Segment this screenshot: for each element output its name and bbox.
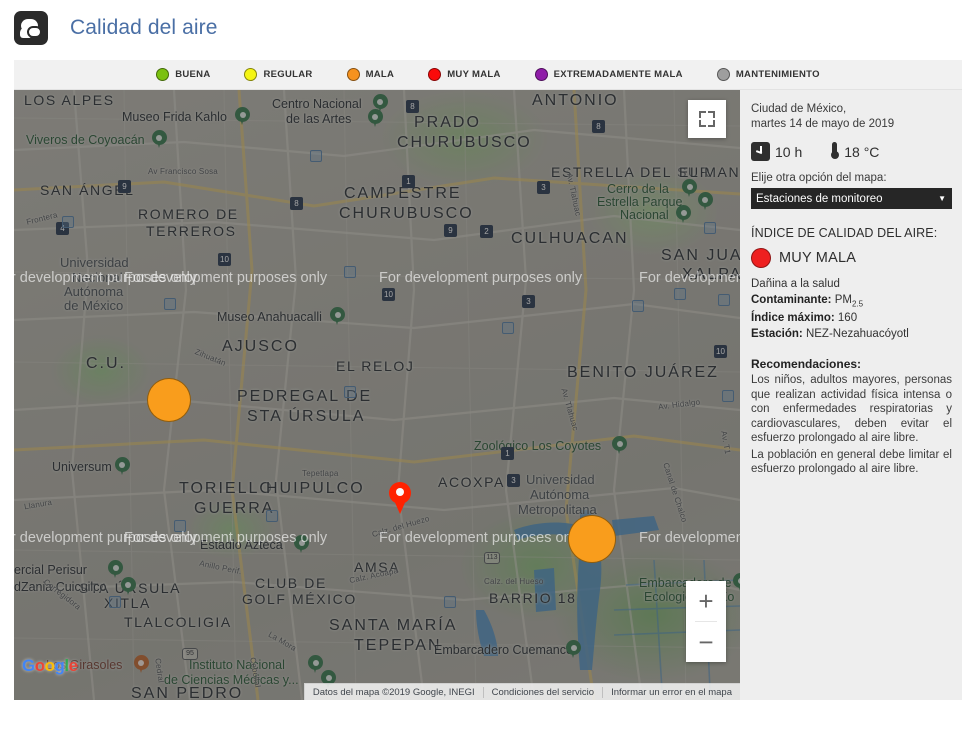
legend-item[interactable]: REGULAR [244,68,312,81]
recommendations-heading: Recomendaciones: [751,357,862,372]
legend-item[interactable]: MUY MALA [428,68,500,81]
legend-dot-icon [716,68,730,81]
aqi-status-label: MUY MALA [779,250,857,266]
legend-label: MANTENIMIENTO [735,69,820,80]
time-group: 10 h [751,142,802,161]
legend-label: MUY MALA [447,69,501,80]
recommendation-paragraph: Los niños, adultos mayores, personas que… [751,374,952,445]
aqi-detail-value: NEZ-Nezahuacóyotl [802,328,909,341]
recommendations-body: Los niños, adultos mayores, personas que… [751,373,952,477]
aqi-detail-label: Contaminante: [751,294,832,306]
content-area: BUENA REGULAR MALA MUY MALA EXTREMADAMENTE M… [14,60,962,700]
aqi-detail-subscript: 2.5 [851,299,864,309]
legend-item[interactable]: BUENA [156,68,210,81]
aqi-details-list: Contaminante: PM2.5 Índice máximo: 160 Est… [751,294,952,340]
legend-dot-icon [346,68,360,81]
temperature-value: 18 °C [844,143,880,160]
map-panel[interactable]: LOS ALPES ANTONIO PRADO CHURUBUSCO SAN ÁNGEL… [14,90,740,700]
legend-label: REGULAR [263,69,313,80]
aqi-detail-line: Contaminante: PM2.5 [751,294,952,308]
aqi-detail-label: Estación: [751,328,803,341]
status-dot-icon [751,248,771,268]
legend-label: MALA [365,69,395,80]
zoom-out-button[interactable]: − [686,622,726,662]
aqi-detail-label: Índice máximo: [751,312,835,325]
report-map-error-link[interactable]: Informar un error en el mapa [603,685,740,700]
thermometer-icon [830,142,839,161]
location-block: Ciudad de México, martes 14 de mayo de 2… [751,102,952,132]
temperature-group: 18 °C [830,142,879,161]
info-sidebar: Ciudad de México, martes 14 de mayo de 2… [740,90,962,700]
aqi-detail-line: Índice máximo: 160 [751,312,952,324]
city-name: Ciudad de México, [751,103,847,115]
fullscreen-icon[interactable] [688,100,726,138]
map-and-info-split: LOS ALPES ANTONIO PRADO CHURUBUSCO SAN ÁNGEL… [14,90,962,700]
legend-dot-icon [534,68,548,81]
date-text: martes 14 de mayo de 2019 [751,118,895,130]
page-title: Calidad del aire [70,16,218,39]
recommendation-paragraph: La población en general debe limitar el … [751,448,952,476]
conditions-row: 10 h 18 °C [751,142,952,161]
air-quality-legend: BUENA REGULAR MALA MUY MALA EXTREMADAMENTE M… [14,60,962,90]
legend-dot-icon [244,68,258,81]
legend-label: EXTREMADAMENTE MALA [553,69,683,80]
aqi-health-text: Dañina a la salud [751,278,840,290]
zoom-in-button[interactable]: + [686,581,726,621]
air-quality-cloud-icon [14,11,48,45]
station-marker-mala-1[interactable] [147,378,191,422]
map-data-attribution: Datos del mapa ©2019 Google, INEGI [312,686,475,698]
station-marker-muy-mala[interactable] [389,482,411,514]
aqi-heading: ÍNDICE DE CALIDAD DEL AIRE: [751,226,938,240]
legend-item[interactable]: EXTREMADAMENTE MALA [534,68,683,81]
map-option-select[interactable]: Estaciones de monitoreo ▼ [751,188,952,209]
chevron-down-icon: ▼ [938,194,946,203]
legend-label: BUENA [175,69,211,80]
map-water [476,510,740,691]
google-logo: Google [22,656,78,675]
legend-item[interactable]: MANTENIMIENTO [716,68,820,81]
station-marker-mala-2[interactable] [568,515,616,563]
terms-of-service-link[interactable]: Condiciones del servicio [484,685,602,700]
map-attribution: Datos del mapa ©2019 Google, INEGI Condi… [303,683,740,700]
legend-dot-icon [156,68,170,81]
map-option-selected-value: Estaciones de monitoreo [756,192,883,205]
aqi-detail-line: Estación: NEZ-Nezahuacóyotl [751,328,952,340]
map-option-label: Elije otra opción del mapa: [751,172,887,184]
aqi-detail-value: 160 [834,312,858,325]
app-header: Calidad del aire [0,0,976,48]
map-zoom-control[interactable]: + − [686,581,726,662]
aqi-detail-value: PM [831,294,852,306]
legend-item[interactable]: MALA [346,68,395,81]
legend-dot-icon [428,68,442,81]
clock-icon [751,142,770,161]
aqi-status-badge: MUY MALA [751,248,952,268]
time-value: 10 h [775,143,803,160]
